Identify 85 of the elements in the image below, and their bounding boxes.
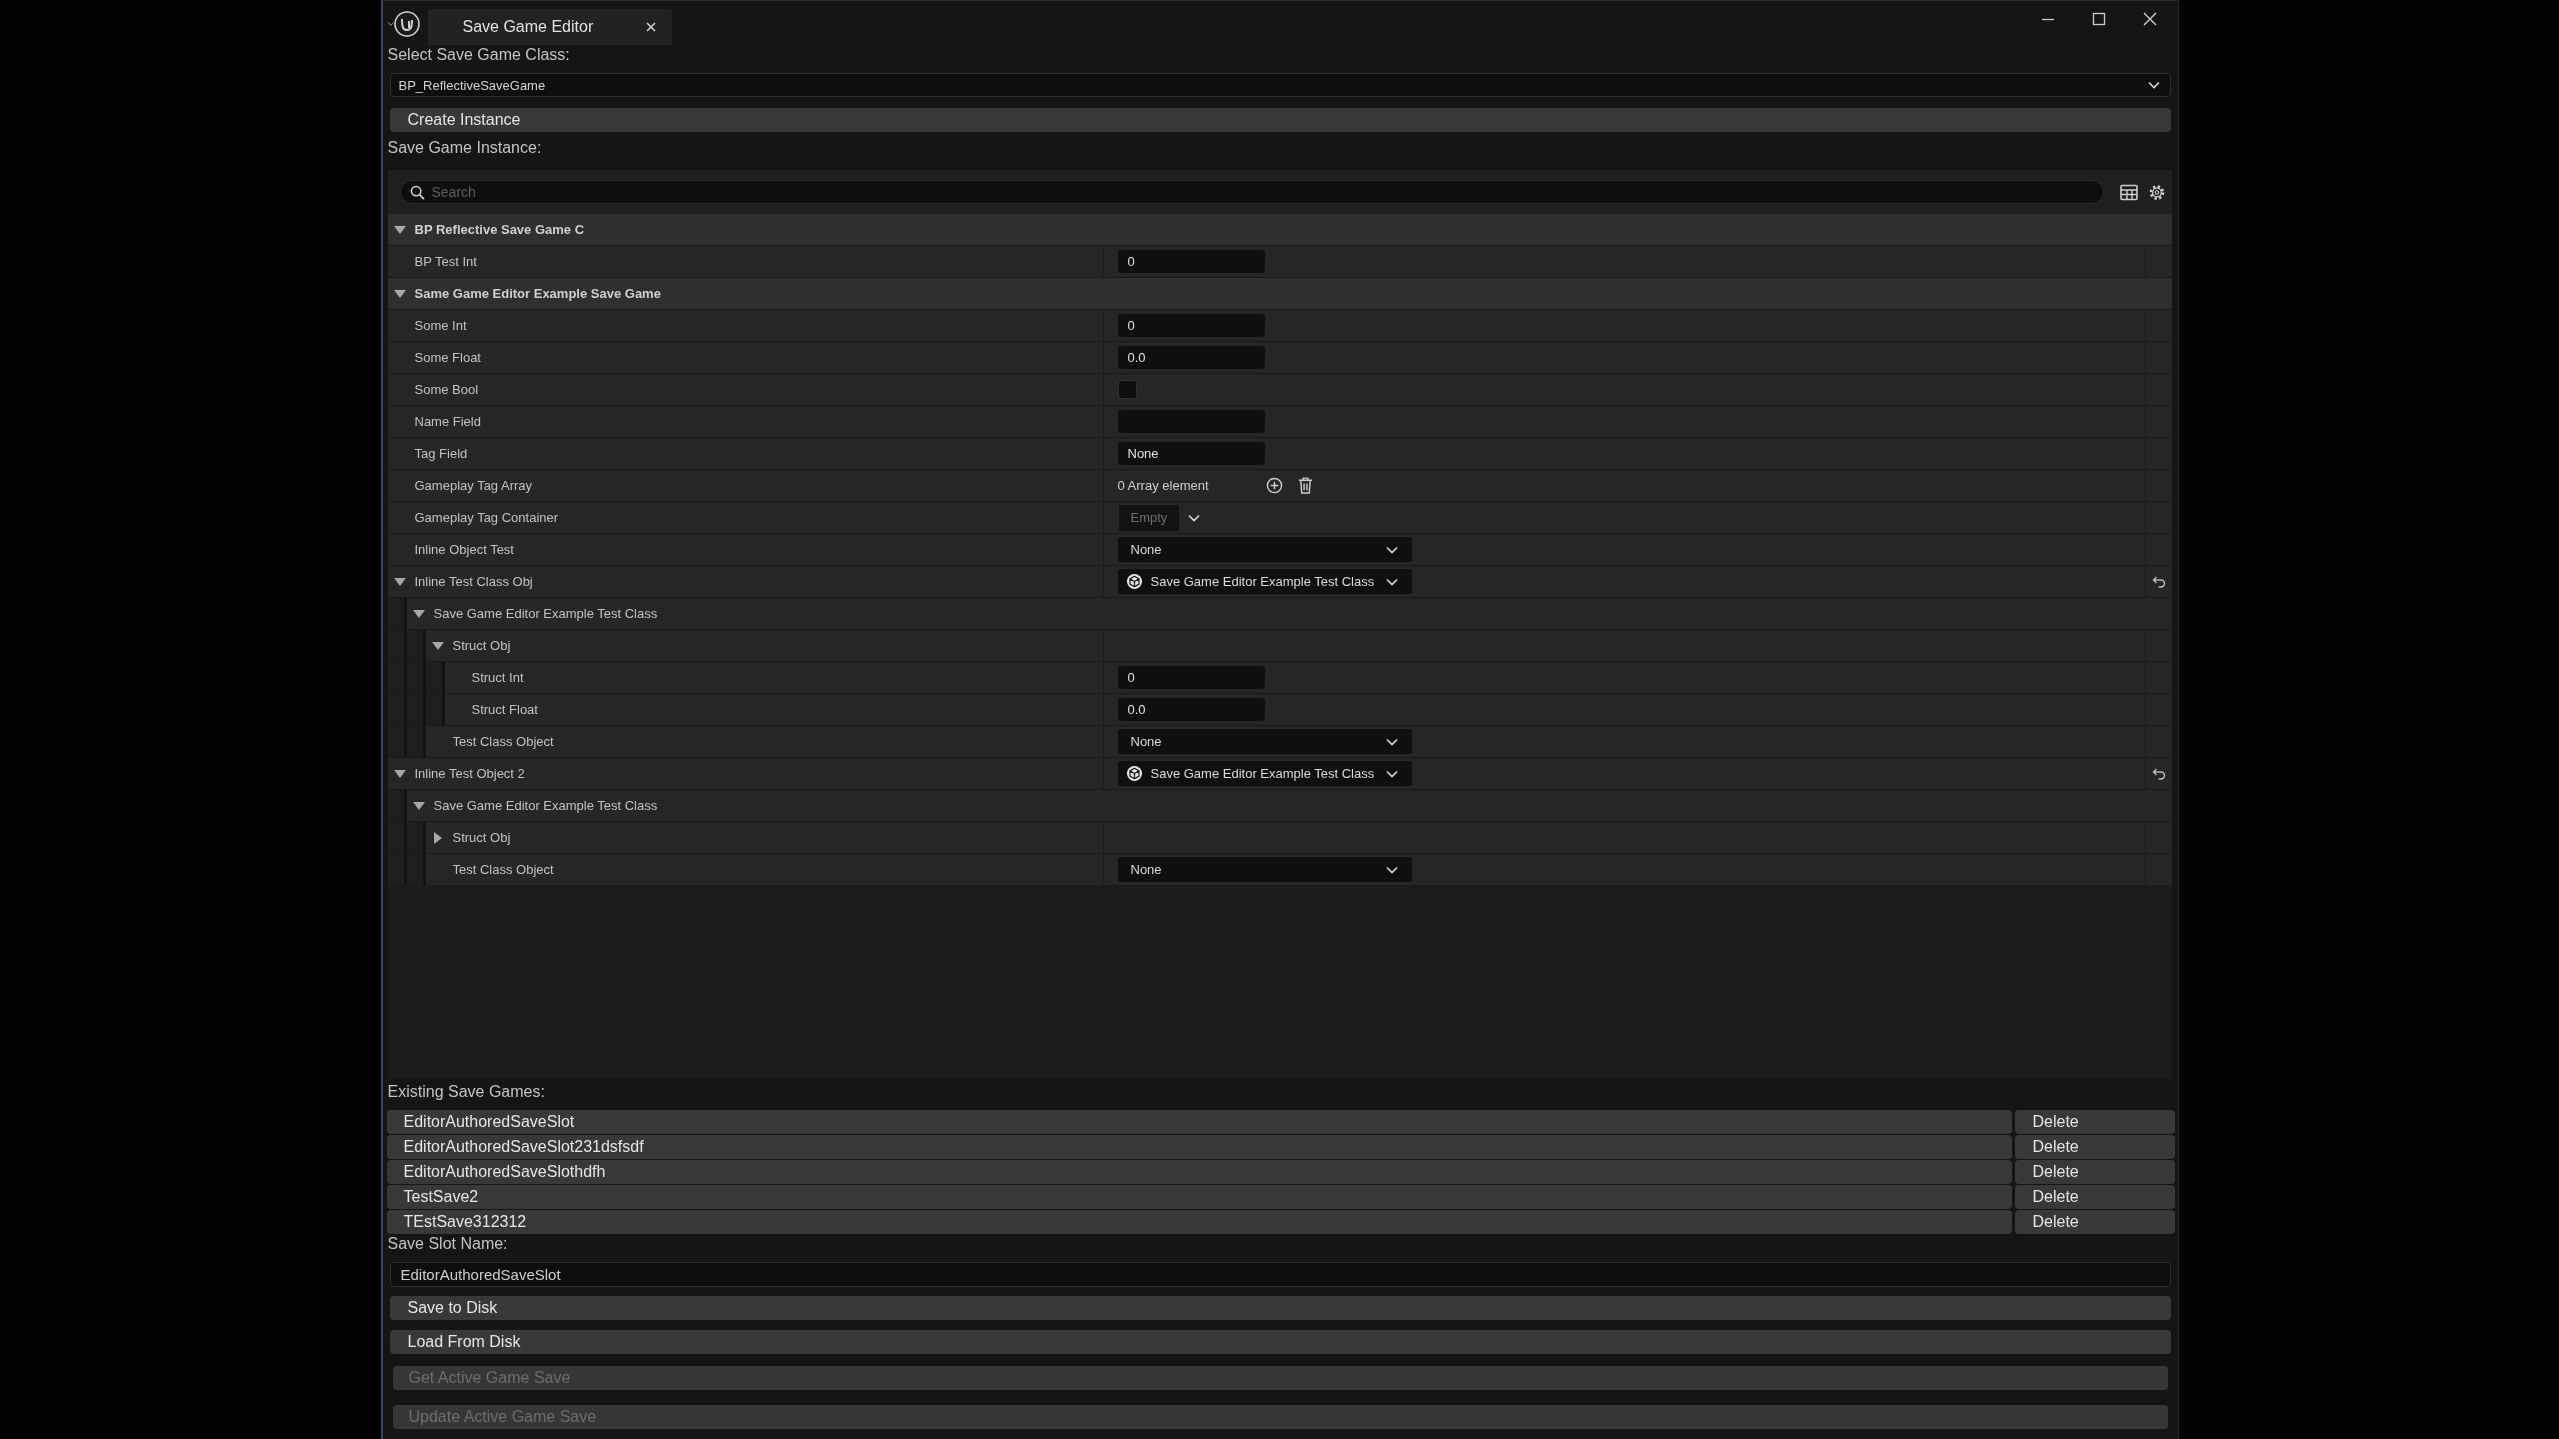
value-field[interactable]: 0 [1117, 250, 1265, 273]
property-label: Inline Test Object 2 [414, 766, 525, 781]
close-icon[interactable] [645, 22, 656, 32]
chevron-down-icon [2147, 81, 2160, 89]
settings-icon[interactable] [2147, 183, 2166, 201]
property-label: Struct Obj [452, 638, 511, 653]
search-field[interactable]: Search [399, 180, 2104, 204]
section-label: Select Save Game Class: [387, 46, 571, 64]
property-label: Tag Field [414, 446, 468, 461]
create-instance-button[interactable]: Create Instance [389, 108, 2171, 132]
trash-icon[interactable] [1296, 477, 1314, 494]
maximize-icon[interactable] [2090, 11, 2107, 27]
class-dropdown[interactable]: Save Game Editor Example Test Class [1117, 761, 1412, 786]
property-label: Struct Obj [452, 830, 511, 845]
value-field[interactable]: 0 [1117, 666, 1265, 689]
property-label: Inline Object Test [414, 542, 514, 557]
category-label: Same Game Editor Example Save Game [414, 286, 661, 301]
chevron-down-icon [1385, 737, 1398, 746]
slot-name-field[interactable]: EditorAuthoredSaveSlot [389, 1262, 2171, 1287]
save-slot-button[interactable]: EditorAuthoredSaveSlothdfh [386, 1160, 2012, 1184]
triangle-right-icon[interactable] [433, 831, 442, 844]
triangle-down-icon[interactable] [412, 609, 425, 618]
value-dropdown[interactable]: None [1117, 537, 1412, 562]
value-field[interactable]: 0 [1117, 314, 1265, 337]
logo-icon[interactable] [393, 10, 420, 37]
undo-arrow-icon[interactable] [2151, 767, 2166, 780]
cube-icon [1125, 765, 1143, 782]
search-icon [409, 185, 425, 200]
property-label: Test Class Object [452, 862, 554, 877]
triangle-down-icon[interactable] [393, 769, 406, 778]
property-label: Inline Test Class Obj [414, 574, 533, 589]
property-label: Some Bool [414, 382, 479, 397]
caret-icon[interactable] [387, 21, 394, 26]
editor-tab[interactable]: Save Game Editor [427, 9, 672, 45]
property-label: Gameplay Tag Array [414, 478, 533, 493]
tag-picker-button[interactable]: Empty [1117, 503, 1181, 532]
triangle-down-icon[interactable] [393, 289, 406, 298]
table-icon[interactable] [2119, 183, 2138, 201]
property-label: Struct Int [471, 670, 524, 685]
property-label: BP Test Int [414, 254, 477, 269]
chevron-down-icon [1385, 865, 1398, 874]
property-label: Gameplay Tag Container [414, 510, 559, 525]
save-slot-button[interactable]: EditorAuthoredSaveSlot [386, 1110, 2012, 1134]
cube-icon [1125, 573, 1143, 590]
group-label: Save Game Editor Example Test Class [433, 798, 658, 813]
chevron-down-icon [1385, 545, 1398, 554]
value-field[interactable]: None [1117, 442, 1265, 465]
save-slot-button[interactable]: TestSave2 [386, 1185, 2012, 1209]
value-dropdown[interactable]: None [1117, 729, 1412, 754]
section-label: Existing Save Games: [387, 1083, 546, 1101]
property-label: Some Float [414, 350, 481, 365]
chevron-down-icon [1385, 769, 1398, 778]
group-label: Save Game Editor Example Test Class [433, 606, 658, 621]
action-button[interactable]: Save to Disk [389, 1296, 2171, 1320]
property-label: Some Int [414, 318, 467, 333]
chevron-down-icon [1385, 577, 1398, 586]
undo-arrow-icon[interactable] [2151, 575, 2166, 588]
triangle-down-icon[interactable] [431, 641, 444, 650]
checkbox[interactable] [1117, 380, 1137, 399]
delete-button[interactable]: Delete [2014, 1185, 2175, 1209]
property-label: Name Field [414, 414, 481, 429]
action-button[interactable]: Load From Disk [389, 1330, 2171, 1354]
save-slot-button[interactable]: EditorAuthoredSaveSlot231dsfsdf [386, 1135, 2012, 1159]
property-label: Struct Float [471, 702, 538, 717]
class-dropdown[interactable]: Save Game Editor Example Test Class [1117, 569, 1412, 594]
save-slot-button[interactable]: TEstSave312312 [386, 1210, 2012, 1234]
array-count-label: 0 Array element [1117, 478, 1210, 493]
delete-button[interactable]: Delete [2014, 1160, 2175, 1184]
triangle-down-icon[interactable] [393, 225, 406, 234]
class-dropdown[interactable]: BP_ReflectiveSaveGame [389, 73, 2171, 97]
triangle-down-icon[interactable] [412, 801, 425, 810]
section-label: Save Slot Name: [387, 1235, 509, 1253]
property-label: Test Class Object [452, 734, 554, 749]
delete-button[interactable]: Delete [2014, 1135, 2175, 1159]
delete-button[interactable]: Delete [2014, 1110, 2175, 1134]
value-field[interactable]: 0.0 [1117, 698, 1265, 721]
close-icon[interactable] [2141, 11, 2158, 27]
category-label: BP Reflective Save Game C [414, 222, 585, 237]
chevron-down-icon [1188, 513, 1201, 522]
plus-circle-icon[interactable] [1265, 477, 1283, 494]
triangle-down-icon[interactable] [393, 577, 406, 586]
value-dropdown[interactable]: None [1117, 857, 1412, 882]
section-label: Save Game Instance: [387, 139, 543, 157]
value-field[interactable]: 0.0 [1117, 346, 1265, 369]
delete-button[interactable]: Delete [2014, 1210, 2175, 1234]
